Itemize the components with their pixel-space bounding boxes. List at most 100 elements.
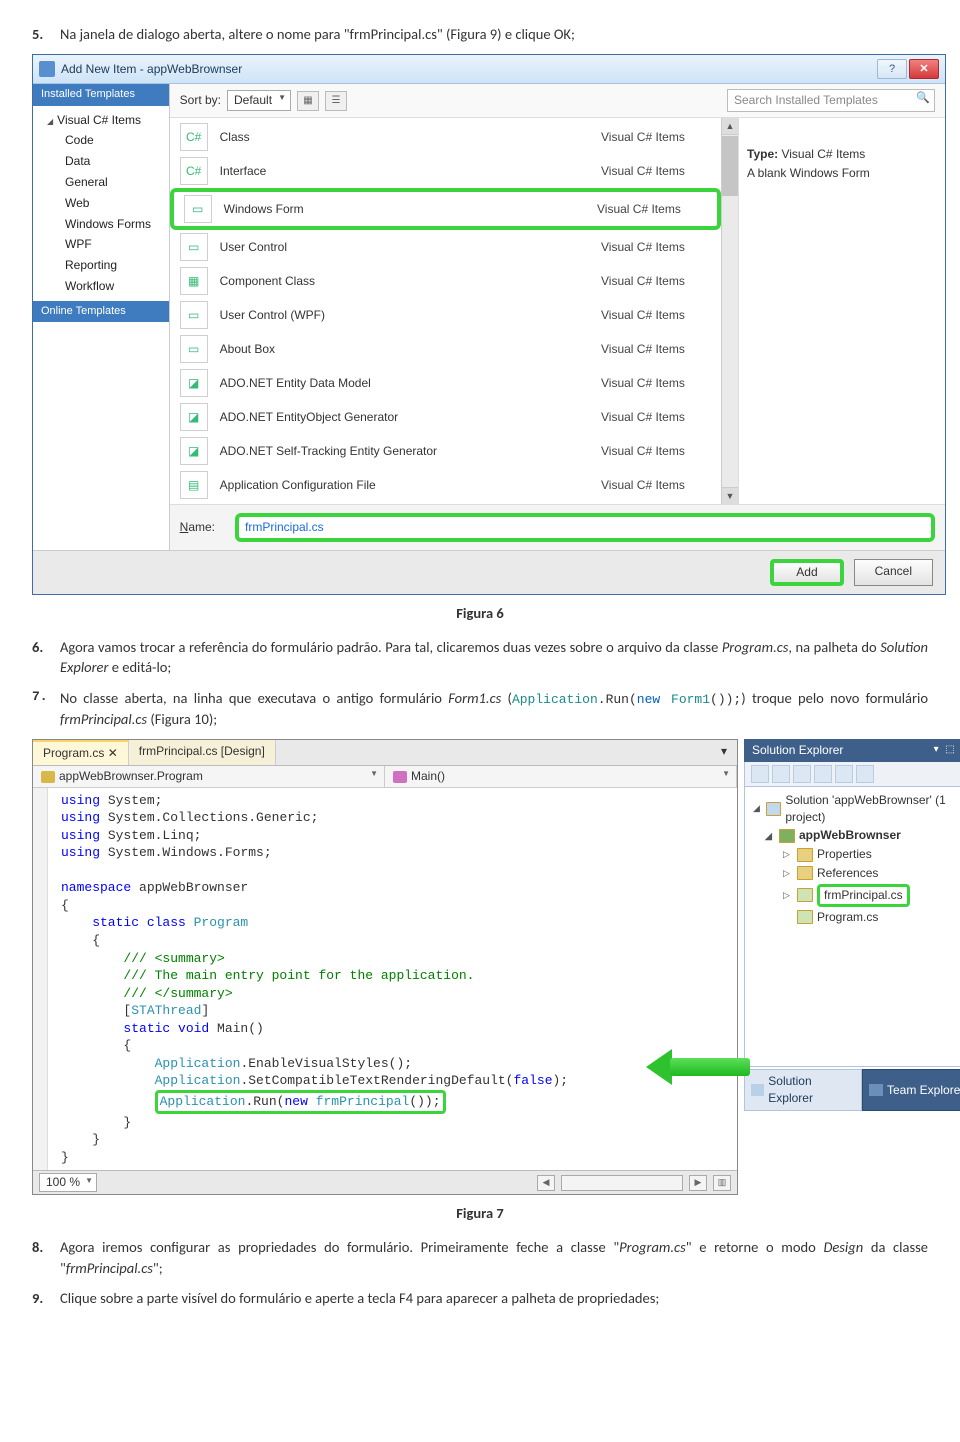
step-number: 9.: [32, 1288, 60, 1308]
template-row[interactable]: ▤Application Configuration FileVisual C#…: [170, 468, 721, 502]
step-text: Na janela de dialogo aberta, altere o no…: [60, 24, 928, 44]
close-button[interactable]: ✕: [909, 59, 939, 79]
scroll-up-icon[interactable]: ▲: [722, 118, 738, 135]
scrollbar[interactable]: ▲ ▼: [721, 118, 738, 504]
solution-explorer-panel: Solution Explorer ▾ ⬚ ✕ ◢Solution 'appWeb…: [744, 739, 960, 1195]
type-value: Visual C# Items: [781, 147, 865, 161]
template-categories: Installed Templates Visual C# Items Code…: [33, 84, 170, 550]
toolbar-icon[interactable]: [751, 765, 769, 783]
class-dropdown[interactable]: appWebBrownser.Program: [33, 766, 385, 787]
template-name: About Box: [220, 341, 601, 358]
hscroll-right-icon[interactable]: ▶: [689, 1175, 707, 1191]
online-templates-header[interactable]: Online Templates: [33, 301, 169, 322]
tree-item-code[interactable]: Code: [33, 130, 169, 151]
template-row[interactable]: ▭User Control (WPF)Visual C# Items: [170, 298, 721, 332]
template-lang: Visual C# Items: [601, 341, 711, 358]
toolbar-icon[interactable]: [814, 765, 832, 783]
titlebar: Add New Item - appWebBrownser ? ✕: [33, 55, 945, 84]
tree-item-general[interactable]: General: [33, 172, 169, 193]
scroll-thumb[interactable]: [722, 136, 738, 196]
references-node[interactable]: ▷References: [749, 864, 960, 883]
tree-item-web[interactable]: Web: [33, 193, 169, 214]
toolbar-icon[interactable]: [835, 765, 853, 783]
step-9: 9. Clique sobre a parte visível do formu…: [32, 1288, 928, 1308]
method-icon: [393, 771, 407, 783]
add-new-item-dialog: Add New Item - appWebBrownser ? ✕ Instal…: [32, 54, 946, 594]
toolbar-icon[interactable]: [772, 765, 790, 783]
solution-explorer-tab[interactable]: Solution Explorer: [744, 1069, 862, 1111]
template-lang: Visual C# Items: [597, 201, 707, 218]
cancel-button[interactable]: Cancel: [854, 559, 933, 586]
vs-editor-figure: Program.cs ✕ frmPrincipal.cs [Design] ▾ …: [32, 739, 960, 1195]
solution-tree: ◢Solution 'appWebBrownser' (1 project) ◢…: [744, 787, 960, 1068]
step-8: 8. Agora iremos configurar as propriedad…: [32, 1237, 928, 1278]
template-row[interactable]: ◪ADO.NET EntityObject GeneratorVisual C#…: [170, 400, 721, 434]
sort-dropdown[interactable]: Default: [227, 90, 291, 111]
view-medium-icon[interactable]: ▦: [297, 91, 319, 111]
step-number: 5.: [32, 24, 60, 44]
template-row[interactable]: ▦Component ClassVisual C# Items: [170, 264, 721, 298]
template-row[interactable]: C#InterfaceVisual C# Items: [170, 154, 721, 188]
toolbar-icon[interactable]: [793, 765, 811, 783]
add-button[interactable]: Add: [770, 559, 843, 586]
tab-program-cs[interactable]: Program.cs ✕: [33, 740, 129, 765]
panel-window-buttons[interactable]: ▾ ⬚ ✕: [934, 743, 960, 757]
scroll-down-icon[interactable]: ▼: [722, 487, 738, 504]
template-row[interactable]: ▭User ControlVisual C# Items: [170, 230, 721, 264]
team-explorer-tab[interactable]: Team Explorer: [862, 1069, 960, 1111]
hscroll-track[interactable]: [561, 1175, 683, 1191]
name-input[interactable]: frmPrincipal.cs: [235, 513, 935, 542]
tab-close-icon[interactable]: ✕: [108, 746, 118, 760]
tree-item-data[interactable]: Data: [33, 151, 169, 172]
zoom-dropdown[interactable]: 100 %: [39, 1173, 97, 1192]
template-name: Windows Form: [224, 201, 597, 218]
template-icon: ▭: [180, 301, 208, 329]
template-row[interactable]: ◪ADO.NET Self-Tracking Entity GeneratorV…: [170, 434, 721, 468]
template-row[interactable]: ◪ADO.NET Entity Data ModelVisual C# Item…: [170, 366, 721, 400]
program-cs-node[interactable]: Program.cs: [749, 908, 960, 927]
tab-overflow-icon[interactable]: ▾: [711, 740, 737, 765]
project-node[interactable]: ◢appWebBrownser: [749, 826, 960, 845]
class-icon: [41, 771, 55, 783]
template-lang: Visual C# Items: [601, 273, 711, 290]
template-icon: ▭: [180, 233, 208, 261]
template-row[interactable]: C#ClassVisual C# Items: [170, 120, 721, 154]
step-number: 7.: [32, 688, 60, 729]
tree-root[interactable]: Visual C# Items: [33, 110, 169, 131]
code-gutter: [33, 788, 48, 1170]
frmprincipal-node[interactable]: ▷frmPrincipal.cs: [749, 883, 960, 908]
code-area[interactable]: using System; using System.Collections.G…: [33, 788, 737, 1170]
template-name: Component Class: [220, 273, 601, 290]
properties-node[interactable]: ▷Properties: [749, 845, 960, 864]
tree-item-winforms[interactable]: Windows Forms: [33, 214, 169, 235]
solution-node[interactable]: ◢Solution 'appWebBrownser' (1 project): [749, 791, 960, 827]
step-6: 6. Agora vamos trocar a referência do fo…: [32, 637, 928, 678]
help-button[interactable]: ?: [877, 59, 907, 79]
tree-item-wpf[interactable]: WPF: [33, 234, 169, 255]
type-desc: A blank Windows Form: [747, 165, 937, 182]
view-small-icon[interactable]: ☰: [325, 91, 347, 111]
template-lang: Visual C# Items: [601, 129, 711, 146]
template-row[interactable]: ▭ Windows FormVisual C# Items: [170, 188, 721, 230]
highlighted-code-line: Application.Run(new frmPrincipal());: [155, 1090, 446, 1114]
template-list: C#ClassVisual C# ItemsC#InterfaceVisual …: [170, 118, 721, 504]
template-icon: C#: [180, 123, 208, 151]
template-name: User Control (WPF): [220, 307, 601, 324]
search-input[interactable]: Search Installed Templates: [727, 89, 935, 112]
tab-frmprincipal-design[interactable]: frmPrincipal.cs [Design]: [129, 740, 276, 765]
template-icon: ◪: [180, 369, 208, 397]
tree-item-workflow[interactable]: Workflow: [33, 276, 169, 297]
installed-templates-header[interactable]: Installed Templates: [33, 84, 169, 105]
method-dropdown[interactable]: Main(): [385, 766, 737, 787]
step-number: 8.: [32, 1237, 60, 1278]
step-5: 5. Na janela de dialogo aberta, altere o…: [32, 24, 928, 44]
tree-item-reporting[interactable]: Reporting: [33, 255, 169, 276]
template-name: ADO.NET EntityObject Generator: [220, 409, 601, 426]
figure-6-caption: Figura 6: [32, 603, 928, 623]
split-icon[interactable]: ▥: [713, 1175, 731, 1191]
template-row[interactable]: ▭About BoxVisual C# Items: [170, 332, 721, 366]
hscroll-left-icon[interactable]: ◀: [537, 1175, 555, 1191]
template-icon: ▭: [184, 195, 212, 223]
toolbar-icon[interactable]: [856, 765, 874, 783]
solution-explorer-icon: [751, 1084, 764, 1096]
